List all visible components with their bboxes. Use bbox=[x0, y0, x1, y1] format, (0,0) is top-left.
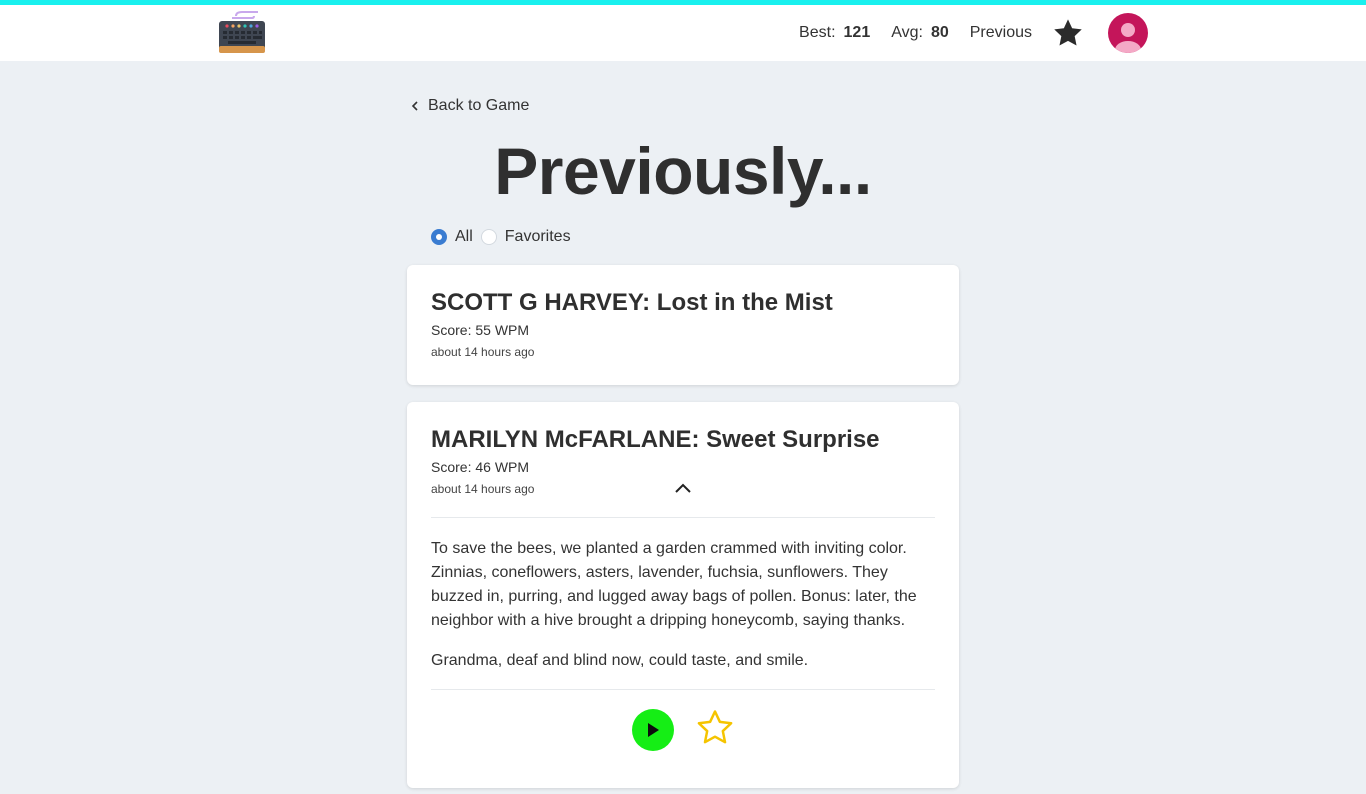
divider bbox=[431, 517, 935, 518]
page-title: Previously... bbox=[494, 134, 872, 208]
chevron-left-icon bbox=[411, 101, 418, 111]
chevron-up-icon[interactable] bbox=[673, 481, 693, 495]
entry-title: MARILYN McFARLANE: Sweet Surprise bbox=[431, 426, 880, 453]
radio-all[interactable] bbox=[431, 229, 447, 245]
star-icon[interactable] bbox=[1052, 17, 1084, 49]
entry-time: about 14 hours ago bbox=[431, 345, 535, 359]
entry-score: Score: 55 WPM bbox=[431, 322, 530, 338]
avg-label: Avg: bbox=[891, 24, 923, 41]
entry-score: Score: 46 WPM bbox=[431, 459, 530, 475]
history-card[interactable]: SCOTT G HARVEY: Lost in the Mist Score: … bbox=[407, 265, 959, 385]
entry-title: SCOTT G HARVEY: Lost in the Mist bbox=[431, 289, 833, 316]
back-to-game-link[interactable]: Back to Game bbox=[411, 95, 529, 117]
avg-value: 80 bbox=[930, 24, 949, 41]
entry-actions bbox=[431, 690, 935, 769]
play-icon bbox=[648, 722, 659, 737]
best-value: 121 bbox=[843, 24, 871, 41]
header-stats: Best: 121 Avg: 80 Previous bbox=[799, 5, 1148, 61]
story-paragraph: Grandma, deaf and blind now, could taste… bbox=[431, 652, 809, 669]
previous-link[interactable]: Previous bbox=[970, 24, 1032, 42]
history-card-expanded: MARILYN McFARLANE: Sweet Surprise Score:… bbox=[407, 402, 959, 788]
best-label: Best: bbox=[799, 24, 836, 41]
story-text: To save the bees, we planted a garden cr… bbox=[431, 537, 935, 673]
radio-all-label[interactable]: All bbox=[455, 228, 473, 246]
radio-favorites-label[interactable]: Favorites bbox=[505, 228, 571, 246]
navbar: Best: 121 Avg: 80 Previous bbox=[0, 5, 1366, 61]
radio-favorites[interactable] bbox=[480, 229, 497, 245]
play-button[interactable] bbox=[632, 708, 674, 751]
back-link-label: Back to Game bbox=[428, 97, 530, 114]
favorite-star-icon[interactable] bbox=[696, 709, 734, 750]
avg-stat: Avg: 80 bbox=[891, 24, 949, 42]
story-paragraph: To save the bees, we planted a garden cr… bbox=[431, 540, 917, 629]
user-avatar-icon[interactable] bbox=[1108, 13, 1148, 53]
best-stat: Best: 121 bbox=[799, 24, 870, 42]
keyboard-icon[interactable] bbox=[218, 8, 266, 56]
filter-radio-group: All Favorites bbox=[431, 227, 579, 247]
